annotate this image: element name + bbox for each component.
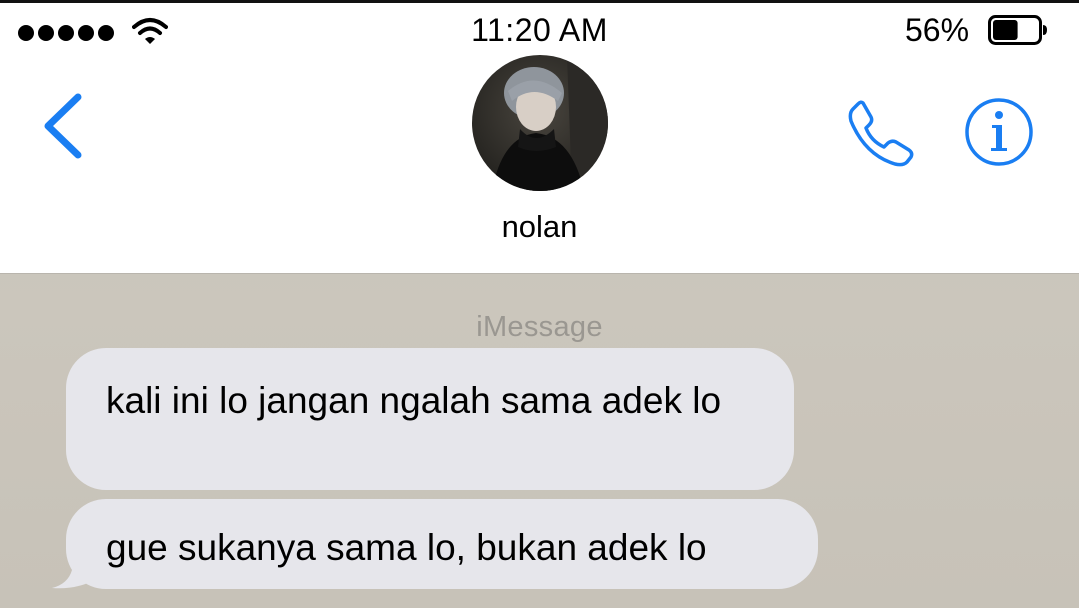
- contact-name[interactable]: nolan: [0, 209, 1079, 245]
- phone-icon[interactable]: [843, 95, 917, 169]
- message-text: kali ini lo jangan ngalah sama adek lo: [106, 380, 722, 421]
- conversation-header: 11:20 AM 56% nolan: [0, 3, 1079, 274]
- avatar[interactable]: [472, 55, 608, 191]
- avatar-photo: [472, 55, 608, 191]
- info-icon[interactable]: [962, 95, 1036, 169]
- messages-screen: 11:20 AM 56% nolan iMessage kali ini lo …: [0, 0, 1079, 608]
- battery-icon: [988, 15, 1047, 45]
- imessage-label: iMessage: [476, 311, 603, 343]
- message-bubble[interactable]: gue sukanya sama lo, bukan adek lo: [66, 499, 818, 589]
- message-bubble[interactable]: kali ini lo jangan ngalah sama adek lo: [66, 348, 794, 490]
- chevron-left-icon[interactable]: [40, 91, 86, 161]
- battery-percentage: 56%: [905, 12, 970, 48]
- message-text: gue sukanya sama lo, bukan adek lo: [106, 527, 707, 568]
